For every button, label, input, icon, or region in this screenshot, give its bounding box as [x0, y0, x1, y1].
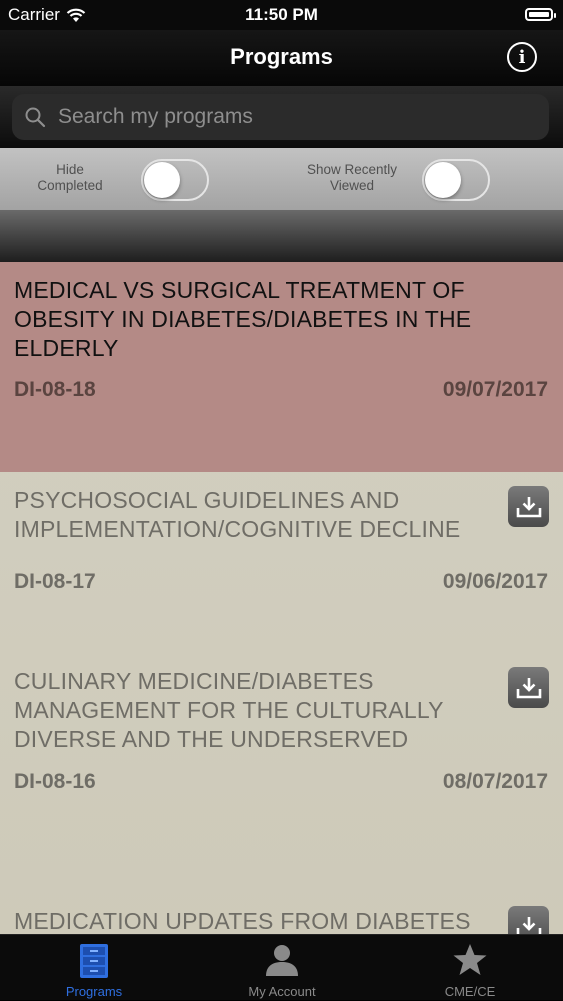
- battery-icon: [525, 8, 556, 21]
- tab-label: CME/CE: [444, 984, 496, 999]
- download-icon: [516, 496, 541, 517]
- page-title: Programs: [230, 44, 333, 69]
- show-recent-label-line2: Viewed: [329, 178, 375, 193]
- program-date: 09/07/2017: [442, 378, 548, 401]
- program-title: PSYCHOSOCIAL GUIDELINES AND IMPLEMENTATI…: [14, 487, 461, 542]
- toggle-knob: [144, 162, 180, 198]
- program-row[interactable]: MEDICATION UPDATES FROM DIABETES: [0, 892, 563, 934]
- search-field[interactable]: [12, 94, 549, 140]
- toggle-knob: [425, 162, 461, 198]
- file-cabinet-icon: [80, 944, 108, 978]
- hide-completed-label-line2: Completed: [37, 178, 103, 193]
- program-row[interactable]: MEDICAL VS SURGICAL TREATMENT OF OBESITY…: [0, 262, 563, 472]
- tab-label: Programs: [65, 984, 123, 999]
- program-title: CULINARY MEDICINE/DIABETES MANAGEMENT FO…: [14, 668, 444, 752]
- download-button[interactable]: [508, 486, 549, 527]
- hide-completed-toggle[interactable]: [141, 159, 209, 201]
- tab-cme-ce[interactable]: CME/CE: [376, 935, 563, 1001]
- download-icon: [516, 916, 541, 934]
- show-recent-label-line1: Show Recently: [306, 162, 398, 177]
- program-date: 09/06/2017: [442, 570, 548, 593]
- program-list[interactable]: MEDICAL VS SURGICAL TREATMENT OF OBESITY…: [0, 262, 563, 934]
- search-area: [0, 86, 563, 148]
- filter-bar: Hide Completed Show Recently Viewed: [0, 148, 563, 210]
- tab-bar: Programs My Account CME/CE: [0, 934, 563, 1000]
- program-row[interactable]: CULINARY MEDICINE/DIABETES MANAGEMENT FO…: [0, 662, 563, 892]
- search-icon: [25, 107, 46, 128]
- program-code: DI-08-16: [14, 770, 96, 793]
- status-time: 11:50 PM: [245, 5, 318, 24]
- download-button[interactable]: [508, 667, 549, 708]
- program-code: DI-08-17: [14, 570, 96, 593]
- program-title: MEDICAL VS SURGICAL TREATMENT OF OBESITY…: [14, 277, 472, 361]
- navigation-bar: Programs i: [0, 30, 563, 86]
- info-icon[interactable]: i: [507, 42, 537, 72]
- header-spacer: [0, 210, 563, 262]
- show-recent-toggle[interactable]: [422, 159, 490, 201]
- program-date: 08/07/2017: [442, 770, 548, 793]
- tab-programs[interactable]: Programs: [0, 935, 188, 1001]
- program-row[interactable]: PSYCHOSOCIAL GUIDELINES AND IMPLEMENTATI…: [0, 472, 563, 662]
- tab-label: My Account: [248, 984, 316, 999]
- program-code: DI-08-18: [14, 378, 96, 401]
- program-title: MEDICATION UPDATES FROM DIABETES: [14, 908, 471, 934]
- status-bar: Carrier 11:50 PM: [0, 0, 563, 30]
- download-icon: [516, 677, 541, 698]
- person-icon: [266, 945, 298, 976]
- hide-completed-label: Hide Completed: [20, 162, 120, 194]
- download-button[interactable]: [508, 906, 549, 934]
- show-recent-label: Show Recently Viewed: [292, 162, 412, 194]
- tab-my-account[interactable]: My Account: [188, 935, 376, 1001]
- hide-completed-label-line1: Hide: [56, 162, 84, 177]
- search-input[interactable]: [56, 104, 530, 130]
- star-icon: [453, 944, 487, 975]
